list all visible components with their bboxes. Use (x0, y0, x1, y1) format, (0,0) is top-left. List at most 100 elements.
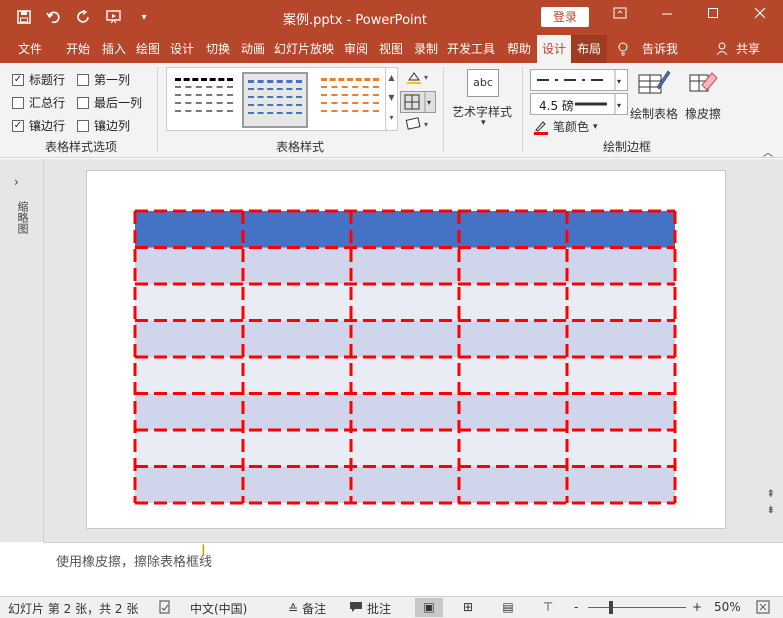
reading-view-icon[interactable]: ▤ (494, 598, 522, 617)
tab-view[interactable]: 视图 (375, 35, 407, 63)
table-style-swatch-blue[interactable] (242, 72, 308, 128)
table-cell[interactable] (243, 320, 351, 358)
table-cell[interactable] (459, 357, 567, 394)
table-cell[interactable] (351, 466, 459, 504)
tab-transitions[interactable]: 切换 (202, 35, 234, 63)
tab-table-design[interactable]: 设计 (537, 35, 571, 63)
notes-button[interactable]: ≙ 备注 (288, 600, 326, 617)
pen-weight-dropdown[interactable]: 4.5 磅 ▾ (530, 93, 628, 115)
table-cell[interactable] (459, 393, 567, 431)
slideshow-view-icon[interactable]: ⊤ (534, 598, 562, 617)
draw-table-icon[interactable] (637, 69, 671, 100)
table-cell[interactable] (135, 357, 243, 394)
undo-icon[interactable] (44, 8, 64, 26)
tab-developer[interactable]: 开发工具 (445, 35, 497, 63)
table-cell[interactable] (459, 430, 567, 467)
tab-help[interactable]: 帮助 (503, 35, 535, 63)
wordart-quick-styles-icon[interactable]: abc (467, 69, 499, 97)
shading-icon[interactable]: ▾ (405, 69, 431, 88)
slide-sorter-icon[interactable]: ⊞ (454, 598, 482, 617)
table-cell[interactable] (459, 284, 567, 321)
login-button[interactable]: 登录 (541, 7, 589, 27)
zoom-in-button[interactable]: + (692, 600, 702, 614)
pen-color-button[interactable]: 笔颜色 ▾ (533, 118, 598, 135)
close-icon[interactable] (749, 6, 771, 24)
table-header-cell[interactable] (567, 211, 675, 248)
customize-icon[interactable]: ▾ (134, 8, 154, 26)
share-button[interactable]: 共享 (731, 35, 765, 63)
tab-table-layout[interactable]: 布局 (571, 35, 607, 63)
tab-design[interactable]: 设计 (166, 35, 198, 63)
share-user-icon[interactable] (714, 35, 730, 63)
notes-text[interactable]: 使用橡皮擦，擦除表格框线 (56, 551, 212, 570)
table-cell[interactable] (567, 284, 675, 321)
zoom-level[interactable]: 50% (714, 600, 741, 614)
gallery-up-icon[interactable]: ▲ (386, 68, 397, 88)
slide-canvas[interactable] (86, 170, 726, 529)
banded-rows-checkbox[interactable]: ✓ 镶边行 (12, 117, 65, 134)
gallery-down-icon[interactable]: ▼ (386, 88, 397, 108)
chevron-right-icon[interactable]: › (14, 175, 19, 189)
zoom-out-button[interactable]: - (574, 600, 578, 614)
total-row-checkbox[interactable]: 汇总行 (12, 94, 65, 111)
gallery-more-icon[interactable]: ▾ (386, 108, 397, 128)
banded-columns-checkbox[interactable]: 镶边列 (77, 117, 130, 134)
table-cell[interactable] (243, 284, 351, 321)
ribbon-display-icon[interactable] (609, 6, 631, 24)
table-cell[interactable] (243, 247, 351, 285)
first-column-checkbox[interactable]: 第一列 (77, 71, 130, 88)
chevron-down-icon[interactable]: ▾ (481, 118, 486, 128)
table-header-cell[interactable] (459, 211, 567, 248)
notes-pane[interactable]: 使用橡皮擦，擦除表格框线 (44, 542, 783, 596)
table-cell[interactable] (243, 466, 351, 504)
borders-icon[interactable]: ▾ (400, 91, 436, 113)
thumbnail-pane[interactable]: › 缩略图 (0, 159, 44, 542)
eraser-icon[interactable] (688, 69, 718, 100)
table-cell[interactable] (459, 466, 567, 504)
table-cell[interactable] (567, 247, 675, 285)
previous-slide-icon[interactable]: ⇞ (767, 489, 775, 500)
last-column-checkbox[interactable]: 最后一列 (77, 94, 142, 111)
maximize-icon[interactable] (702, 6, 724, 24)
header-row-checkbox[interactable]: ✓ 标题行 (12, 71, 65, 88)
table-cell[interactable] (351, 430, 459, 467)
table-cell[interactable] (135, 247, 243, 285)
table-cell[interactable] (135, 284, 243, 321)
table-cell[interactable] (243, 430, 351, 467)
slide-table[interactable] (87, 171, 727, 530)
lightbulb-icon[interactable] (613, 35, 633, 63)
tab-animations[interactable]: 动画 (237, 35, 269, 63)
table-style-swatch-orange[interactable] (317, 72, 383, 128)
table-cell[interactable] (567, 393, 675, 431)
eraser-button[interactable]: 橡皮擦 (685, 105, 721, 122)
gallery-scroll[interactable]: ▲ ▼ ▾ (385, 68, 397, 130)
save-icon[interactable] (14, 8, 34, 26)
minimize-icon[interactable] (656, 6, 678, 24)
table-cell[interactable] (567, 466, 675, 504)
redo-icon[interactable] (74, 8, 94, 26)
table-cell[interactable] (459, 320, 567, 358)
normal-view-icon[interactable]: ▣ (415, 598, 443, 617)
table-cell[interactable] (135, 320, 243, 358)
table-header-cell[interactable] (351, 211, 459, 248)
table-header-cell[interactable] (243, 211, 351, 248)
table-cell[interactable] (135, 393, 243, 431)
table-cell[interactable] (351, 247, 459, 285)
spellcheck-icon[interactable] (158, 600, 172, 617)
zoom-slider-thumb[interactable] (609, 601, 613, 614)
table-header-cell[interactable] (135, 211, 243, 248)
tab-record[interactable]: 录制 (410, 35, 442, 63)
tab-home[interactable]: 开始 (60, 35, 96, 63)
tab-insert[interactable]: 插入 (98, 35, 130, 63)
draw-table-button[interactable]: 绘制表格 (630, 105, 678, 122)
present-icon[interactable] (104, 8, 124, 26)
tab-draw[interactable]: 绘图 (132, 35, 164, 63)
collapse-ribbon-icon[interactable]: ︿ (763, 144, 773, 159)
next-slide-icon[interactable]: ⇟ (767, 505, 775, 516)
table-cell[interactable] (567, 430, 675, 467)
tab-review[interactable]: 审阅 (340, 35, 372, 63)
comments-button[interactable]: 批注 (349, 600, 391, 617)
zoom-slider-track[interactable] (588, 607, 686, 608)
table-cell[interactable] (135, 430, 243, 467)
table-cell[interactable] (351, 320, 459, 358)
